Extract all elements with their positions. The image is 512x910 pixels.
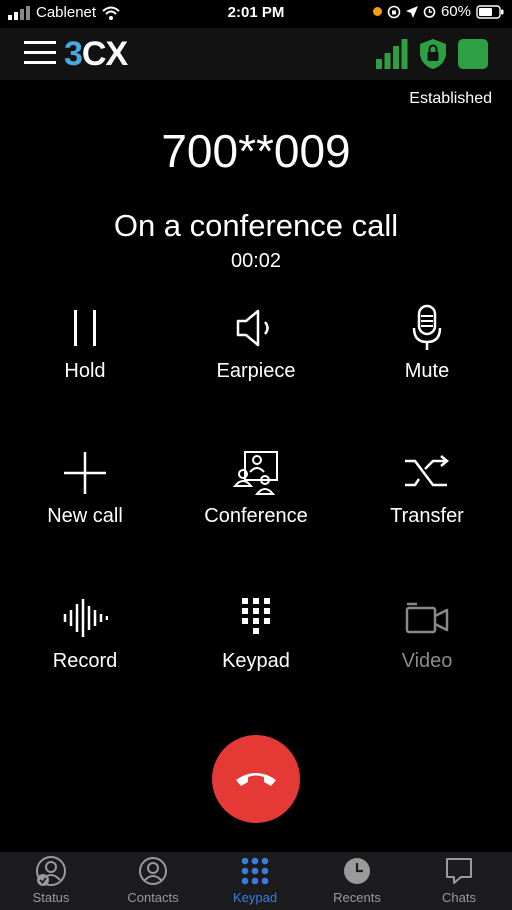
location-icon — [405, 5, 418, 18]
conference-label: Conference — [204, 505, 308, 527]
conference-button[interactable]: Conference — [171, 445, 341, 565]
alarm-icon — [423, 6, 436, 18]
speaker-icon — [236, 309, 269, 347]
app-header: 3 CX — [0, 28, 512, 80]
transfer-label: Transfer — [390, 505, 464, 527]
hang-up-button[interactable] — [212, 735, 300, 823]
microphone-icon — [412, 304, 442, 350]
tab-status[interactable]: Status — [0, 852, 102, 910]
app-logo: 3 CX — [64, 34, 128, 74]
earpiece-button[interactable]: Earpiece — [171, 300, 341, 420]
transfer-button[interactable]: Transfer — [342, 445, 512, 565]
contacts-icon — [139, 857, 167, 885]
status-user-icon — [36, 856, 66, 886]
hold-button[interactable]: Hold — [0, 300, 170, 420]
new-call-label: New call — [47, 505, 123, 527]
tab-contacts[interactable]: Contacts — [102, 852, 204, 910]
call-state-label: Established — [409, 90, 492, 107]
earpiece-label: Earpiece — [216, 360, 296, 382]
transfer-arrows-icon — [405, 455, 449, 487]
keypad-button[interactable]: Keypad — [171, 590, 341, 710]
status-bar: Cablenet 2:01 PM 60% — [0, 0, 512, 28]
conference-people-icon — [232, 451, 278, 495]
call-timer: 00:02 — [230, 250, 282, 272]
video-label: Video — [401, 650, 453, 672]
record-button[interactable]: Record — [0, 590, 170, 710]
clock-icon — [344, 858, 370, 884]
tab-keypad-label: Keypad — [232, 890, 278, 905]
tab-recents[interactable]: Recents — [306, 852, 408, 910]
secure-shield-icon — [420, 39, 446, 69]
hold-label: Hold — [64, 360, 106, 382]
waveform-icon — [63, 599, 108, 637]
menu-icon[interactable] — [24, 38, 56, 68]
hang-up-phone-icon — [236, 773, 276, 786]
video-button[interactable]: Video — [342, 590, 512, 710]
new-call-button[interactable]: New call — [0, 445, 170, 565]
logo-part-3: 3 — [64, 34, 83, 73]
tab-recents-label: Recents — [333, 890, 381, 905]
pause-icon — [74, 310, 96, 346]
mute-button[interactable]: Mute — [342, 300, 512, 420]
battery-icon — [476, 4, 504, 19]
video-camera-icon — [405, 602, 449, 634]
tab-chats-label: Chats — [442, 890, 476, 905]
tab-keypad[interactable]: Keypad — [204, 852, 306, 910]
mute-label: Mute — [404, 360, 450, 382]
record-label: Record — [52, 650, 118, 672]
dialpad-icon — [242, 598, 270, 634]
tab-status-label: Status — [32, 890, 70, 905]
chat-bubble-icon — [446, 858, 472, 884]
keypad-grid-icon — [241, 857, 269, 885]
signal-strength-icon — [376, 39, 408, 69]
call-number: 700**009 — [161, 125, 351, 177]
tab-contacts-label: Contacts — [127, 890, 179, 905]
logo-part-cx: CX — [81, 34, 128, 73]
recording-dot-icon — [372, 7, 382, 16]
keypad-label: Keypad — [222, 650, 290, 672]
battery-percent: 60% — [440, 3, 471, 20]
call-title: On a conference call — [113, 208, 399, 243]
bottom-tab-bar: Status Contacts Keypad Recents Chats — [0, 852, 512, 910]
plus-icon — [64, 452, 106, 494]
presence-status-indicator[interactable] — [458, 39, 488, 69]
orientation-lock-icon — [387, 5, 401, 18]
tab-chats[interactable]: Chats — [408, 852, 510, 910]
